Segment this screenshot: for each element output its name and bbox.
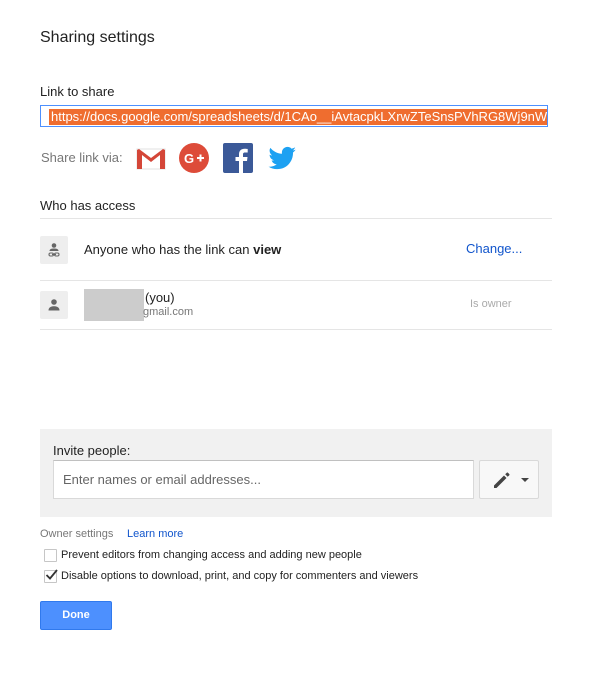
- dialog-title: Sharing settings: [40, 29, 155, 46]
- share-link-url[interactable]: https://docs.google.com/spreadsheets/d/1…: [49, 109, 547, 125]
- prevent-editors-label: Prevent editors from changing access and…: [61, 549, 362, 561]
- google-plus-icon[interactable]: G: [178, 142, 210, 174]
- done-button[interactable]: Done: [40, 601, 112, 630]
- prevent-editors-checkbox[interactable]: [44, 549, 57, 562]
- checkmark-icon: [45, 569, 58, 580]
- invite-permission-dropdown[interactable]: [479, 460, 539, 499]
- who-has-access-label: Who has access: [40, 198, 136, 213]
- pencil-icon: [494, 472, 510, 488]
- invite-people-input[interactable]: [53, 460, 474, 499]
- learn-more-link[interactable]: Learn more: [127, 528, 183, 540]
- invite-panel: Invite people:: [40, 429, 552, 517]
- access-divider-top: [40, 218, 552, 219]
- link-to-share-label: Link to share: [40, 84, 115, 99]
- facebook-icon[interactable]: [222, 142, 254, 174]
- chevron-down-icon: [521, 478, 529, 482]
- twitter-icon[interactable]: [266, 142, 298, 174]
- link-access-permission: view: [253, 242, 282, 257]
- disable-download-checkbox[interactable]: [44, 569, 58, 583]
- owner-you-label: (you): [145, 290, 175, 305]
- share-via-label: Share link via:: [41, 150, 123, 165]
- access-divider-bottom: [40, 329, 552, 330]
- share-link-field[interactable]: https://docs.google.com/spreadsheets/d/1…: [40, 105, 548, 127]
- disable-download-label: Disable options to download, print, and …: [61, 570, 419, 582]
- link-access-prefix: Anyone who has the link can: [84, 242, 254, 257]
- link-access-icon: [40, 236, 68, 264]
- change-access-link[interactable]: Change...: [466, 241, 522, 256]
- access-divider-middle: [40, 280, 552, 281]
- redacted-owner-name: [84, 289, 144, 321]
- invite-people-label: Invite people:: [53, 443, 131, 458]
- link-access-text: Anyone who has the link can view: [84, 242, 281, 257]
- owner-person-icon: [40, 291, 68, 319]
- owner-email: gmail.com: [143, 306, 194, 318]
- svg-text:G: G: [184, 151, 194, 166]
- owner-settings-label: Owner settings: [40, 528, 114, 540]
- owner-role: Is owner: [470, 298, 512, 310]
- gmail-icon[interactable]: [135, 142, 167, 174]
